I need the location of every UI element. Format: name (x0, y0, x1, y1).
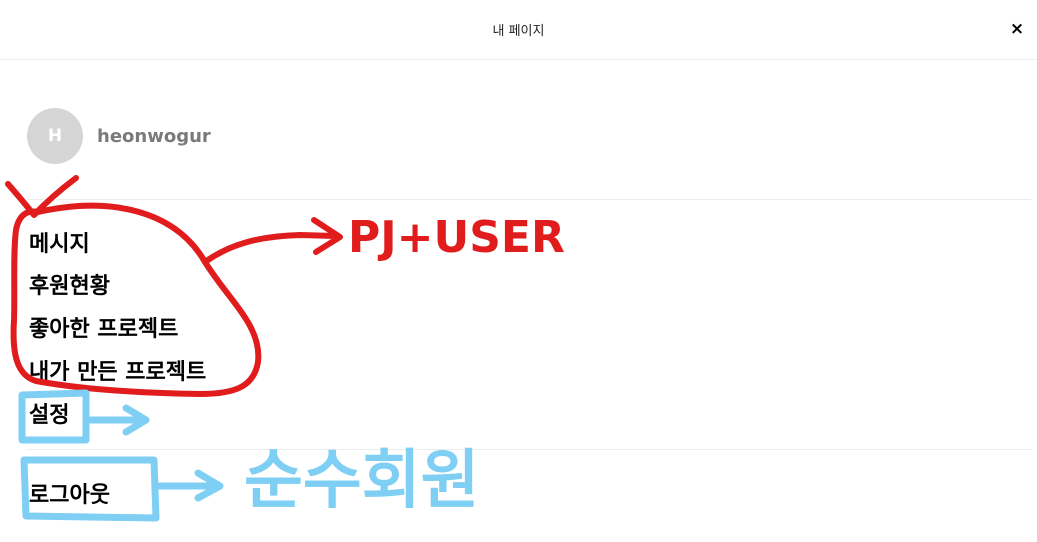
blue-note-text: 순수회원 (244, 444, 480, 518)
username: heonwogur (97, 126, 211, 147)
menu-item-sponsorship-status[interactable]: 후원현황 (29, 268, 110, 300)
close-button[interactable]: × (1007, 18, 1027, 40)
page-title: 내 페이지 (492, 24, 545, 39)
blue-arrow-settings (86, 404, 150, 436)
menu-item-messages[interactable]: 메시지 (29, 226, 90, 258)
red-arrow (202, 217, 343, 265)
menu-item-settings[interactable]: 설정 (29, 397, 69, 429)
annotation-overlay: PJ+USER 순수회원 (5, 175, 565, 522)
page-header: 내 페이지 × (0, 0, 1037, 60)
blue-arrow-logout (154, 469, 224, 502)
divider-top (27, 199, 1031, 200)
red-check-mark (5, 175, 79, 218)
menu-item-liked-projects[interactable]: 좋아한 프로젝트 (29, 311, 178, 343)
menu-item-logout[interactable]: 로그아웃 (29, 477, 110, 509)
menu-item-my-projects[interactable]: 내가 만든 프로젝트 (29, 354, 206, 386)
divider-bottom (27, 449, 1031, 450)
close-icon: × (1009, 19, 1025, 39)
avatar: H (27, 108, 83, 164)
red-note-text: PJ+USER (348, 212, 565, 263)
